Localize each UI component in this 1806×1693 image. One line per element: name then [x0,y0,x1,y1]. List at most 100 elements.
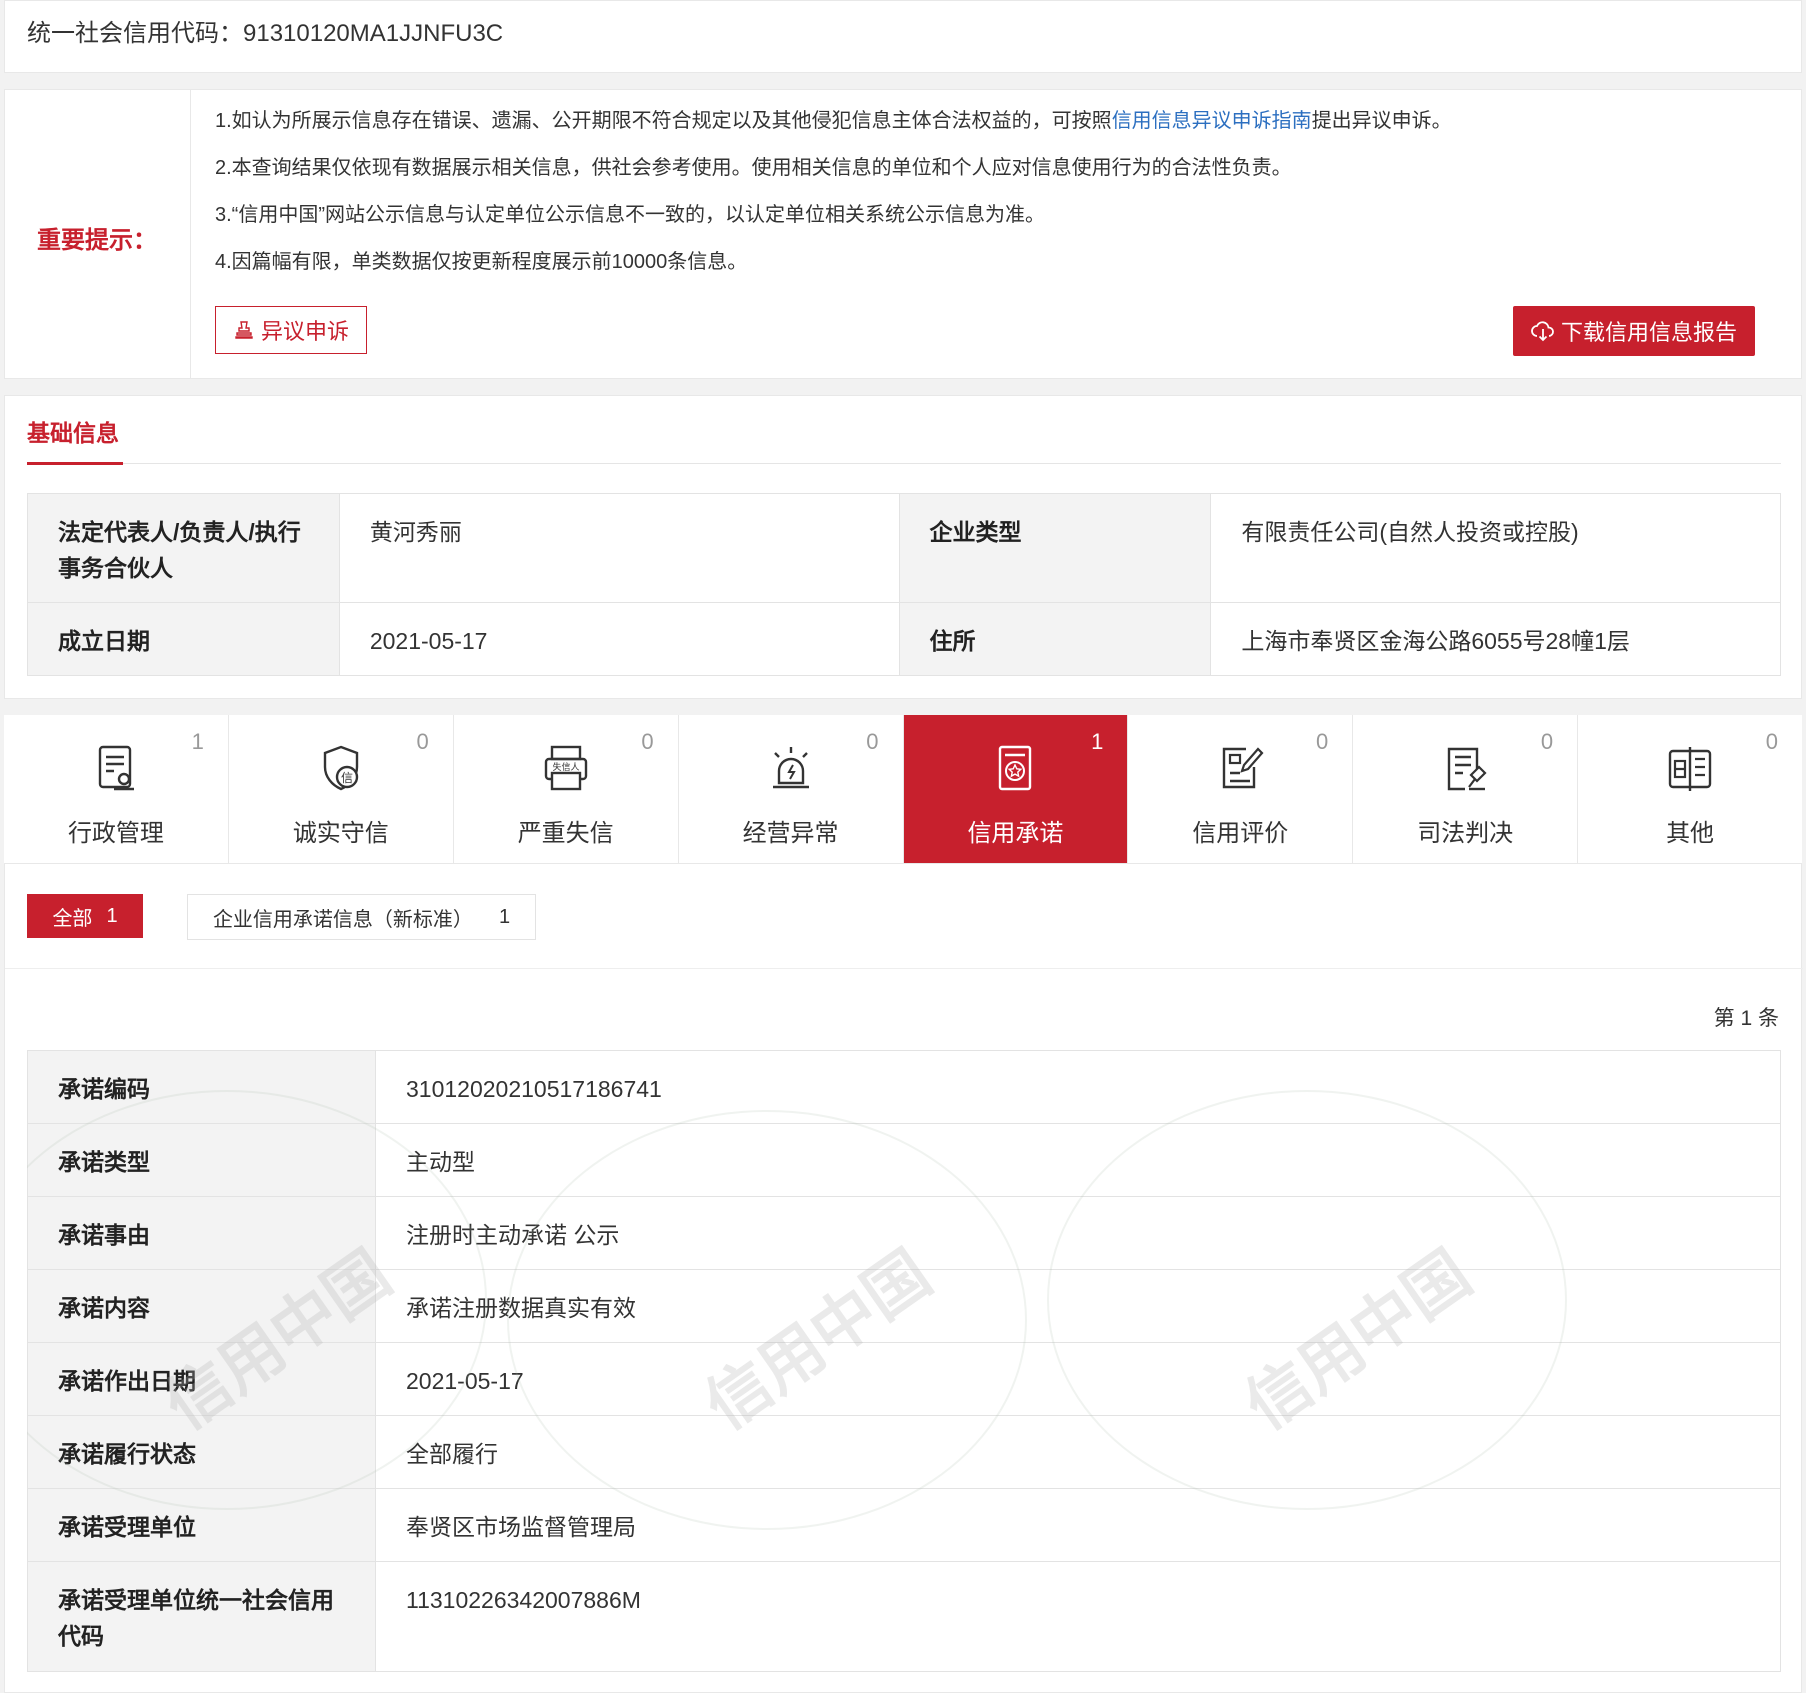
notice-lines: 1.如认为所展示信息存在错误、遗漏、公开期限不符合规定以及其他侵犯信息主体合法权… [215,108,1452,296]
shield-xin-icon: 信 [323,745,359,791]
filter-all-count: 1 [106,904,118,927]
table-row: 承诺内容 承诺注册数据真实有效 [27,1269,1781,1343]
stamp-icon [235,321,253,339]
category-tabs: 行政管理 1 信 诚实守信 0 失信人 严重失信 0 经营异常 0 信用承诺 1… [4,715,1802,864]
field-label: 承诺内容 [27,1269,376,1343]
table-row: 承诺受理单位统一社会信用代码 11310226342007886M [27,1561,1781,1672]
svg-text:失信人: 失信人 [552,761,579,773]
tab-honesty[interactable]: 信 诚实守信 0 [228,715,454,863]
filter-divider [5,968,1803,969]
table-row: 承诺履行状态 全部履行 [27,1415,1781,1489]
notice-line-3: 3.“信用中国”网站公示信息与认定单位公示信息不一致的，以认定单位相关系统公示信… [215,204,1045,226]
notice-line-4: 4.因篇幅有限，单类数据仅按更新程度展示前10000条信息。 [215,251,748,273]
tab-count: 0 [641,729,654,754]
tab-label: 信用承诺 [967,820,1064,847]
field-value: 310120202105171867​41 [375,1050,1781,1124]
tab-label: 其他 [1666,820,1715,847]
category-tabs-panel: 行政管理 1 信 诚实守信 0 失信人 严重失信 0 经营异常 0 信用承诺 1… [4,715,1802,864]
field-value: 11310226342007886M [375,1561,1781,1672]
notice-line-1: 1.如认为所展示信息存在错误、遗漏、公开期限不符合规定以及其他侵犯信息主体合法权… [215,108,1452,155]
notice-label: 重要提示： [37,227,157,254]
basic-info-row: 法定代表人/负责人/执行事务合伙人 黄河秀丽 企业类型 有限责任公司(自然人投资… [27,493,1781,603]
tab-count: 0 [1540,729,1554,754]
notice-label-cell: 重要提示： [5,90,191,378]
legal-rep-value: 黄河秀丽 [338,493,900,603]
field-value: 承诺注册数据真实有效 [375,1269,1781,1343]
table-row: 承诺类型 主动型 [27,1123,1781,1197]
field-value: 2021-05-17 [375,1342,1781,1416]
tab-label: 行政管理 [67,820,164,847]
field-label: 承诺受理单位统一社会信用代码 [27,1561,376,1672]
credit-code-text: 统一社会信用代码：91310120MA1JJNFU3C [27,20,504,47]
basic-info-row: 成立日期 2021-05-17 住所 上海市奉贤区金海公路6055号28幢1层 [27,602,1781,676]
filter-all-label: 全部 [52,907,93,930]
admin-doc-icon [98,745,134,791]
tab-other[interactable]: 其他 0 [1578,715,1802,863]
address-value: 上海市奉贤区金海公路6055号28幢1层 [1210,602,1781,676]
filter-sub-label: 企业信用承诺信息（新标准） [212,908,473,931]
record-index: 第 1 条 [1713,1007,1779,1030]
alarm-siren-icon [772,747,809,789]
field-label: 承诺受理单位 [27,1488,376,1562]
company-type-label: 企业类型 [898,493,1212,603]
star-document-icon [999,745,1032,791]
company-type-value: 有限责任公司(自然人投资或控股) [1210,493,1781,603]
commitment-records-section: 全部 1 企业信用承诺信息（新标准） 1 第 1 条 承诺编码 310120202… [4,864,1803,1693]
tab-count: 0 [416,729,429,754]
filter-all-button[interactable]: 全部 1 [27,894,143,938]
grid-book-icon [1668,747,1712,791]
table-row: 承诺受理单位 奉贤区市场监督管理局 [27,1488,1781,1562]
table-row: 承诺编码 310120202105171867​41 [27,1050,1781,1124]
tab-operating-abnormal[interactable]: 经营异常 0 [678,715,904,863]
cloud-download-icon [1531,321,1554,342]
field-label: 承诺编码 [27,1050,376,1124]
basic-info-title: 基础信息 [27,420,119,446]
field-label: 承诺履行状态 [27,1415,376,1489]
field-label: 承诺事由 [27,1196,376,1270]
tab-serious-dishonesty[interactable]: 失信人 严重失信 0 [453,715,679,863]
field-value: 主动型 [375,1123,1781,1197]
download-button-label: 下载信用信息报告 [1560,320,1737,345]
field-label: 承诺作出日期 [27,1342,376,1416]
tab-label: 司法判决 [1417,820,1514,847]
tab-count: 0 [866,729,879,754]
field-value: 全部履行 [375,1415,1781,1489]
tab-label: 信用评价 [1192,820,1289,847]
field-value: 注册时主动承诺 公示 [375,1196,1781,1270]
svg-text:信: 信 [341,771,353,785]
section-title-underline [27,462,123,465]
commitment-record-table: 承诺编码 310120202105171867​41 承诺类型 主动型 承诺事由 注册… [27,1050,1781,1672]
tab-judicial-judgment[interactable]: 司法判决 0 [1353,715,1579,863]
credit-code-bar: 统一社会信用代码：91310120MA1JJNFU3C [4,0,1802,73]
field-label: 承诺类型 [27,1123,376,1197]
tab-count: 0 [1765,729,1778,754]
section-divider [27,463,1781,464]
tab-credit-evaluation[interactable]: 信用评价 0 [1128,715,1354,863]
appeal-guide-link[interactable]: 信用信息异议申诉指南 [1112,110,1312,132]
tab-count: 1 [1091,729,1104,754]
notice-line-1-text: 1.如认为所展示信息存在错误、遗漏、公开期限不符合规定以及其他侵犯信息主体合法权… [215,110,1112,132]
tab-label: 严重失信 [517,820,614,847]
tab-administrative[interactable]: 行政管理 1 [4,715,229,863]
important-notice-panel: 重要提示： 1.如认为所展示信息存在错误、遗漏、公开期限不符合规定以及其他侵犯信… [4,89,1802,379]
established-date-label: 成立日期 [27,602,340,676]
edit-document-icon [1223,747,1264,789]
established-date-value: 2021-05-17 [338,602,900,676]
tab-label: 经营异常 [742,820,839,847]
address-label: 住所 [898,602,1212,676]
tab-count: 1 [191,729,204,754]
tab-credit-commitment[interactable]: 信用承诺 1 [903,715,1129,863]
gavel-document-icon [1447,747,1487,791]
tab-count: 0 [1316,729,1329,754]
notice-line-2: 2.本查询结果仅依现有数据展示相关信息，供社会参考使用。使用相关信息的单位和个人… [215,157,1292,179]
tab-label: 诚实守信 [292,820,389,847]
basic-info-table: 法定代表人/负责人/执行事务合伙人 黄河秀丽 企业类型 有限责任公司(自然人投资… [27,493,1781,676]
basic-info-section: 基础信息 法定代表人/负责人/执行事务合伙人 黄河秀丽 企业类型 有限责任公司(… [4,395,1802,699]
notice-line-1-tail: 提出异议申诉。 [1311,110,1452,132]
objection-button-label: 异议申诉 [260,319,349,344]
download-report-button[interactable]: 下载信用信息报告 [1513,306,1755,356]
objection-appeal-button[interactable]: 异议申诉 [215,306,367,354]
filter-commitment-new-standard[interactable]: 企业信用承诺信息（新标准） 1 [187,894,536,940]
legal-rep-label: 法定代表人/负责人/执行事务合伙人 [27,493,340,603]
table-row: 承诺作出日期 2021-05-17 [27,1342,1781,1416]
